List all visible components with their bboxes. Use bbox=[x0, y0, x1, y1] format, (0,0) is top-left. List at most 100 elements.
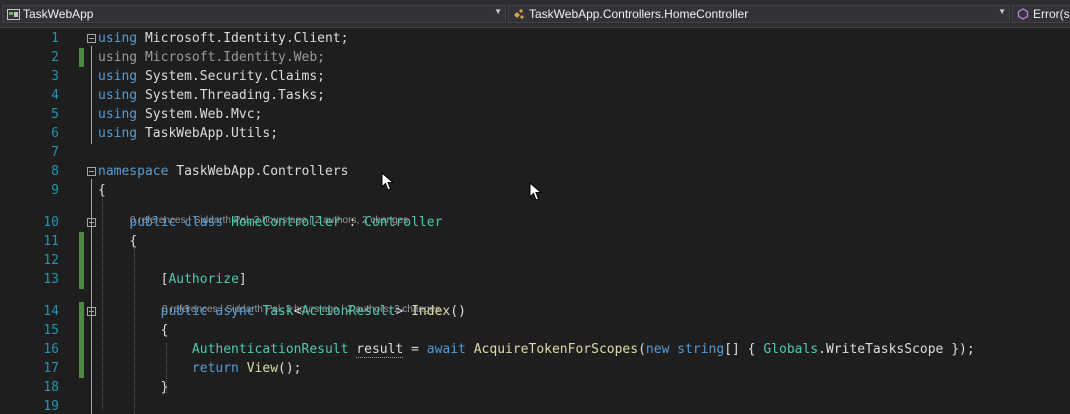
punctuation: < bbox=[293, 304, 302, 319]
line-number: 12 bbox=[43, 253, 59, 268]
line-number: 19 bbox=[43, 399, 59, 414]
line-number: 2 bbox=[51, 50, 59, 65]
punctuation: : bbox=[348, 215, 357, 230]
punctuation: ] bbox=[238, 272, 247, 287]
code-line: 11 { bbox=[0, 232, 1070, 251]
attribute: Authorize bbox=[168, 272, 239, 287]
type-ref: ActionResult bbox=[301, 304, 396, 319]
code-line: 17 return View(); bbox=[0, 359, 1070, 378]
brace: { bbox=[98, 183, 106, 198]
method-name: Index bbox=[411, 304, 451, 319]
codelens[interactable]: 0 references | Siddarth Pal, 3 hours ago… bbox=[0, 289, 1070, 315]
code-editor[interactable]: 1 using Microsoft.Identity.Client; 2 usi… bbox=[0, 28, 1070, 414]
keyword: using bbox=[98, 126, 138, 141]
navigation-bar: TaskWebApp ▼ TaskWebApp.Controllers.Home… bbox=[0, 0, 1070, 28]
type-ref: Globals bbox=[763, 342, 819, 357]
code-line: 7 bbox=[0, 143, 1070, 162]
line-number: 17 bbox=[43, 361, 59, 376]
line-number: 18 bbox=[43, 380, 59, 395]
keyword: new bbox=[645, 342, 670, 357]
member-dropdown[interactable]: Error(s bbox=[1012, 5, 1070, 23]
namespace-name: TaskWebApp.Controllers bbox=[176, 164, 349, 179]
namespace-ref: System.Security.Claims; bbox=[144, 69, 325, 84]
code-line: 2 using Microsoft.Identity.Web; bbox=[0, 48, 1070, 67]
code-line: 19 bbox=[0, 397, 1070, 414]
class-name: HomeController bbox=[231, 215, 341, 230]
project-name: TaskWebApp bbox=[23, 7, 94, 21]
member-ref: .WriteTasksScope bbox=[818, 342, 944, 357]
code-line: 12 bbox=[0, 251, 1070, 270]
keyword: public bbox=[160, 304, 208, 319]
change-indicator bbox=[79, 302, 84, 321]
change-indicator bbox=[79, 232, 84, 251]
operator: = bbox=[411, 342, 419, 357]
line-number: 9 bbox=[51, 183, 59, 198]
code-line: 5 using System.Web.Mvc; bbox=[0, 105, 1070, 124]
keyword: return bbox=[191, 361, 239, 376]
code-line: 14 public async Task<ActionResult> Index… bbox=[0, 302, 1070, 321]
type-ref: AuthenticationResult bbox=[191, 342, 349, 357]
method-icon bbox=[1016, 7, 1030, 21]
line-number: 13 bbox=[43, 272, 59, 287]
line-number: 8 bbox=[51, 164, 59, 179]
chevron-down-icon: ▼ bbox=[998, 7, 1006, 16]
line-number: 1 bbox=[51, 31, 59, 46]
keyword: using bbox=[98, 88, 138, 103]
collapse-icon[interactable] bbox=[87, 307, 96, 316]
type-ref: Controller bbox=[364, 215, 443, 230]
line-number: 15 bbox=[43, 323, 59, 338]
code-line: 1 using Microsoft.Identity.Client; bbox=[0, 29, 1070, 48]
change-indicator bbox=[79, 340, 84, 359]
project-dropdown[interactable]: TaskWebApp ▼ bbox=[2, 5, 506, 23]
collapse-icon[interactable] bbox=[87, 34, 96, 43]
namespace-ref: Microsoft.Identity.Web; bbox=[144, 50, 325, 65]
change-indicator bbox=[79, 270, 84, 289]
code-line: 15 { bbox=[0, 321, 1070, 340]
member-scope: Error(s bbox=[1033, 7, 1070, 21]
chevron-down-icon: ▼ bbox=[494, 7, 502, 16]
line-number: 5 bbox=[51, 107, 59, 122]
mouse-pointer-icon bbox=[381, 172, 395, 191]
punctuation: () bbox=[450, 304, 466, 319]
punctuation: > bbox=[395, 304, 404, 319]
line-number: 11 bbox=[43, 234, 59, 249]
code-line: 16 AuthenticationResult result = await A… bbox=[0, 340, 1070, 359]
collapse-icon[interactable] bbox=[87, 218, 96, 227]
keyword: string bbox=[677, 342, 725, 357]
keyword: await bbox=[426, 342, 466, 357]
code-line: 3 using System.Security.Claims; bbox=[0, 67, 1070, 86]
keyword: class bbox=[184, 215, 224, 230]
line-number: 10 bbox=[43, 215, 59, 230]
line-number: 7 bbox=[51, 145, 59, 160]
keyword: using bbox=[98, 107, 138, 122]
variable: result bbox=[356, 342, 404, 358]
keyword: public bbox=[129, 215, 177, 230]
method-call: View bbox=[246, 361, 279, 376]
code-line: 4 using System.Threading.Tasks; bbox=[0, 86, 1070, 105]
keyword: namespace bbox=[98, 164, 169, 179]
class-scope: TaskWebApp.Controllers.HomeController bbox=[529, 7, 749, 21]
line-number: 16 bbox=[43, 342, 59, 357]
class-dropdown[interactable]: TaskWebApp.Controllers.HomeController ▼ bbox=[508, 5, 1010, 23]
punctuation: ( bbox=[638, 342, 646, 357]
class-icon bbox=[512, 7, 526, 21]
line-number: 3 bbox=[51, 69, 59, 84]
keyword: using bbox=[98, 69, 138, 84]
brace: { bbox=[160, 323, 169, 338]
change-indicator bbox=[79, 251, 84, 270]
code-line: 8 namespace TaskWebApp.Controllers bbox=[0, 162, 1070, 181]
keyword: using bbox=[98, 50, 138, 65]
codelens[interactable]: 0 references | Siddarth Pal, 3 hours ago… bbox=[0, 200, 1070, 226]
csharp-project-icon bbox=[6, 7, 20, 21]
line-number: 6 bbox=[51, 126, 59, 141]
keyword: async bbox=[215, 304, 255, 319]
method-call: AcquireTokenForScopes bbox=[473, 342, 639, 357]
collapse-icon[interactable] bbox=[87, 167, 96, 176]
code-line: 13 [Authorize] bbox=[0, 270, 1070, 289]
code-line: 18 } bbox=[0, 378, 1070, 397]
keyword: using bbox=[98, 31, 138, 46]
namespace-ref: Microsoft.Identity.Client; bbox=[144, 31, 349, 46]
punctuation: [] { bbox=[724, 342, 756, 357]
namespace-ref: System.Threading.Tasks; bbox=[144, 88, 325, 103]
change-indicator bbox=[79, 321, 84, 340]
